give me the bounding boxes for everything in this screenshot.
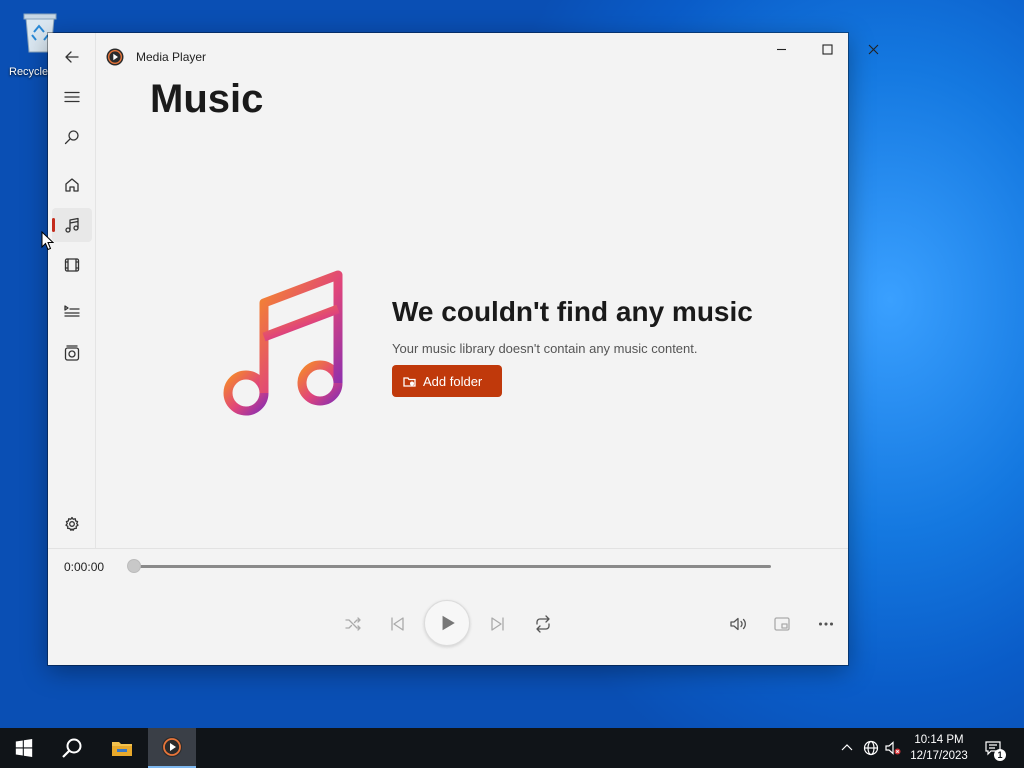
taskbar-clock[interactable]: 10:14 PM 12/17/2023	[906, 732, 972, 764]
volume-icon	[730, 617, 746, 631]
notification-badge: 1	[994, 749, 1006, 761]
taskbar-file-explorer[interactable]	[98, 728, 146, 768]
next-button[interactable]	[482, 608, 514, 640]
sidebar-item-playlists[interactable]	[52, 336, 92, 370]
add-folder-button[interactable]: Add folder	[392, 365, 502, 397]
back-button[interactable]	[52, 40, 92, 74]
show-hidden-icons-button[interactable]	[838, 738, 856, 758]
search-icon	[62, 738, 82, 758]
previous-button[interactable]	[381, 608, 413, 640]
film-icon	[64, 258, 80, 272]
sidebar-item-video[interactable]	[52, 248, 92, 282]
minimize-button[interactable]	[758, 33, 804, 65]
volume-button[interactable]	[722, 608, 754, 640]
network-button[interactable]	[862, 738, 880, 758]
volume-tray-button[interactable]	[884, 738, 902, 758]
close-button[interactable]	[850, 33, 896, 65]
shuffle-button[interactable]	[337, 608, 369, 640]
taskbar-media-player[interactable]	[148, 728, 196, 768]
more-options-button[interactable]	[810, 608, 842, 640]
close-icon	[868, 44, 878, 54]
chevron-up-icon	[841, 744, 853, 751]
add-folder-label: Add folder	[423, 373, 483, 389]
title-bar[interactable]: Media Player	[96, 33, 878, 81]
taskbar: 10:14 PM 12/17/2023 1	[0, 728, 1024, 768]
taskbar-search-button[interactable]	[48, 728, 96, 768]
shuffle-icon	[345, 617, 361, 631]
mouse-cursor-icon	[41, 231, 54, 251]
sidebar	[48, 33, 96, 548]
volume-muted-icon	[885, 741, 901, 755]
clock-time: 10:14 PM	[914, 734, 964, 746]
play-queue-icon	[64, 305, 80, 317]
app-title: Media Player	[136, 50, 207, 64]
repeat-icon	[536, 615, 550, 633]
minimize-icon	[776, 48, 786, 50]
network-globe-icon	[863, 740, 879, 756]
empty-state-heading: We couldn't find any music	[392, 296, 753, 327]
search-button[interactable]	[52, 120, 92, 154]
maximize-icon	[821, 43, 833, 55]
play-button[interactable]	[424, 600, 470, 646]
empty-state-subtitle: Your music library doesn't contain any m…	[392, 341, 698, 356]
elapsed-time: 0:00:00	[64, 560, 105, 574]
media-player-icon	[162, 737, 182, 757]
gear-icon	[65, 516, 79, 531]
sidebar-item-settings[interactable]	[52, 507, 92, 541]
player-bar: 0:00:00	[48, 548, 848, 665]
back-arrow-icon	[65, 51, 79, 63]
start-button[interactable]	[0, 728, 48, 768]
menu-button[interactable]	[52, 80, 92, 114]
seek-thumb[interactable]	[127, 559, 141, 573]
start-icon	[15, 739, 33, 757]
playlists-icon	[64, 345, 80, 361]
search-icon	[64, 130, 79, 145]
music-note-gradient-icon	[223, 270, 343, 416]
media-player-logo-icon	[106, 48, 124, 66]
repeat-button[interactable]	[527, 608, 559, 640]
more-options-icon	[818, 622, 834, 626]
home-icon	[65, 178, 79, 192]
maximize-button[interactable]	[804, 33, 850, 65]
seek-bar[interactable]	[134, 565, 771, 568]
mini-player-icon	[774, 617, 790, 631]
file-explorer-icon	[112, 742, 132, 756]
page-title: Music	[150, 77, 264, 121]
mini-player-button[interactable]	[766, 608, 798, 640]
previous-icon	[391, 617, 404, 631]
recycle-bin-label: Recycle	[9, 66, 49, 78]
play-icon	[442, 615, 455, 631]
hamburger-menu-icon	[64, 91, 80, 103]
clock-date: 12/17/2023	[910, 750, 968, 762]
next-icon	[491, 617, 504, 631]
folder-add-icon	[403, 376, 416, 387]
active-indicator	[52, 218, 55, 232]
sidebar-item-music[interactable]	[52, 208, 92, 242]
sidebar-item-play-queue[interactable]	[52, 294, 92, 328]
music-note-icon	[65, 217, 79, 233]
media-player-window: Media Player Music We couldn't find any …	[48, 33, 878, 665]
sidebar-item-home[interactable]	[52, 168, 92, 202]
